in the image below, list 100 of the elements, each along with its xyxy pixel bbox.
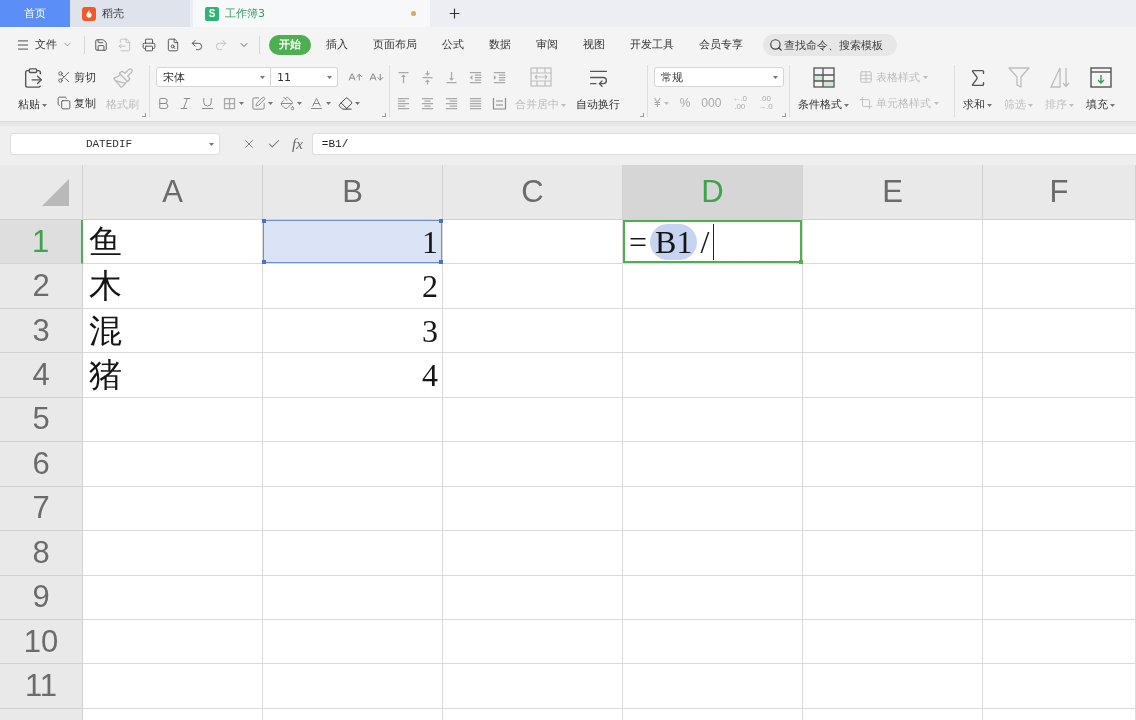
scissors-icon <box>57 70 71 84</box>
tab[interactable]: 首页 <box>0 0 70 27</box>
undo-icon[interactable] <box>190 37 204 52</box>
caret-icon <box>327 75 332 79</box>
underline-icon[interactable] <box>200 95 215 111</box>
launcher-icon[interactable] <box>782 113 786 117</box>
align-left-icon[interactable] <box>396 95 411 111</box>
caret-icon <box>561 103 566 107</box>
sum-button[interactable]: 求和 <box>961 65 994 113</box>
spreadsheet-logo: S <box>205 6 219 21</box>
row-header[interactable]: 5 <box>0 397 83 443</box>
square-pen-icon[interactable] <box>251 95 266 111</box>
font-name-field[interactable]: 宋体 <box>156 67 271 87</box>
align-bottom-icon[interactable] <box>444 69 459 85</box>
column-header[interactable]: F <box>983 165 1136 220</box>
sheet-cell[interactable]: 木 <box>83 264 263 309</box>
copy-button[interactable]: 复制 <box>55 93 98 113</box>
font-color-icon[interactable] <box>309 95 324 111</box>
row-header[interactable]: 10 <box>0 619 83 665</box>
launcher-icon[interactable] <box>640 113 644 117</box>
cancel-icon[interactable] <box>242 137 256 151</box>
align-center-icon[interactable] <box>420 95 435 111</box>
row-header[interactable]: 7 <box>0 486 83 532</box>
tab[interactable]: S 工作簿3 <box>193 0 430 27</box>
ribbon-tab[interactable]: 数据 <box>479 34 521 55</box>
resize-handle-icon[interactable] <box>439 219 443 223</box>
eraser-icon[interactable] <box>338 95 353 111</box>
ribbon-tab[interactable]: 开始 <box>269 34 311 55</box>
bold-icon[interactable] <box>156 95 171 111</box>
sheet-cell[interactable]: 猪 <box>83 353 263 398</box>
resize-handle-icon[interactable] <box>262 260 266 265</box>
paint-bucket-icon[interactable] <box>280 95 295 111</box>
column-header[interactable]: E <box>803 165 983 220</box>
formula-field[interactable]: =B1/ <box>311 133 1136 155</box>
resize-handle-icon[interactable] <box>262 219 266 223</box>
ribbon-tab[interactable]: 公式 <box>432 34 474 55</box>
sheet-cell[interactable]: 混 <box>83 308 263 354</box>
caret-icon <box>987 103 992 107</box>
caret-icon <box>239 101 244 105</box>
ribbon-tab[interactable]: 页面布局 <box>363 34 427 55</box>
ribbon-tab[interactable]: 审阅 <box>526 34 568 55</box>
file-search-icon[interactable] <box>166 37 180 52</box>
align-top-icon[interactable] <box>396 69 411 85</box>
caret-icon <box>1028 103 1033 107</box>
indent-increase-icon[interactable] <box>492 69 507 85</box>
conditional-format-button[interactable]: 条件格式 <box>796 65 851 113</box>
column-header[interactable]: A <box>83 165 263 220</box>
font-size-field[interactable]: 11 <box>271 67 338 87</box>
row-header[interactable]: 9 <box>0 575 83 620</box>
distributed-align-icon[interactable] <box>492 95 507 111</box>
cell-value: 1 <box>422 222 438 261</box>
text-cursor-icon <box>713 223 715 260</box>
paste-button[interactable]: 粘贴 <box>16 65 49 113</box>
search-field[interactable]: 查找命令、搜索模板 <box>763 33 897 56</box>
tab[interactable]: 稻壳 <box>70 0 190 27</box>
column-header[interactable]: C <box>443 165 623 220</box>
align-right-icon[interactable] <box>444 95 459 111</box>
border-icon[interactable] <box>222 95 237 111</box>
insert-function-button[interactable]: fx <box>292 136 303 152</box>
ribbon-tab[interactable]: 会员专享 <box>689 34 753 55</box>
cell-editor-field[interactable]: = B1 / <box>623 220 803 265</box>
launcher-icon[interactable] <box>142 113 146 117</box>
column-header[interactable]: B <box>263 165 443 220</box>
cut-button[interactable]: 剪切 <box>55 67 98 87</box>
sort-icon <box>1048 67 1071 88</box>
row-header[interactable]: 2 <box>0 264 83 309</box>
row-header[interactable]: 6 <box>0 442 83 487</box>
formula-operator: = <box>629 222 648 261</box>
file-menu-button[interactable]: 文件 <box>14 33 75 56</box>
caret-icon <box>1069 103 1074 107</box>
italic-icon[interactable] <box>178 95 193 111</box>
referenced-cell[interactable]: 1 <box>263 220 443 265</box>
sheet-cell[interactable]: 4 <box>263 353 443 398</box>
sheet-cell[interactable]: 鱼 <box>83 220 263 265</box>
ribbon-tab[interactable]: 开发工具 <box>620 34 684 55</box>
row-header[interactable]: 11 <box>0 664 83 709</box>
fill-down-icon <box>1089 67 1112 88</box>
sheet-cell[interactable]: 3 <box>263 308 443 354</box>
row-header[interactable]: 8 <box>0 531 83 576</box>
search-icon <box>769 37 783 52</box>
printer-icon[interactable] <box>142 37 156 52</box>
resize-handle-icon[interactable] <box>439 260 443 265</box>
paintbrush-icon <box>111 67 134 89</box>
number-format-field[interactable]: 常规 <box>654 67 784 87</box>
fill-button[interactable]: 填充 <box>1084 65 1117 113</box>
row-header[interactable]: 3 <box>0 308 83 354</box>
caret-icon <box>326 101 331 105</box>
ribbon-tab[interactable]: 插入 <box>316 34 358 55</box>
row-header[interactable]: 4 <box>0 353 83 398</box>
launcher-icon[interactable] <box>382 113 386 117</box>
indent-decrease-icon[interactable] <box>468 69 483 85</box>
wrap-text-button[interactable]: 自动换行 <box>574 65 622 113</box>
check-icon[interactable] <box>267 137 281 151</box>
save-icon[interactable] <box>94 37 108 52</box>
ribbon-tab[interactable]: 视图 <box>573 34 615 55</box>
select-all-icon[interactable] <box>42 179 69 206</box>
name-box-field[interactable]: DATEDIF <box>10 133 220 155</box>
sheet-cell[interactable]: 2 <box>263 264 443 309</box>
align-middle-icon[interactable] <box>420 69 435 85</box>
align-justify-icon[interactable] <box>468 95 483 111</box>
